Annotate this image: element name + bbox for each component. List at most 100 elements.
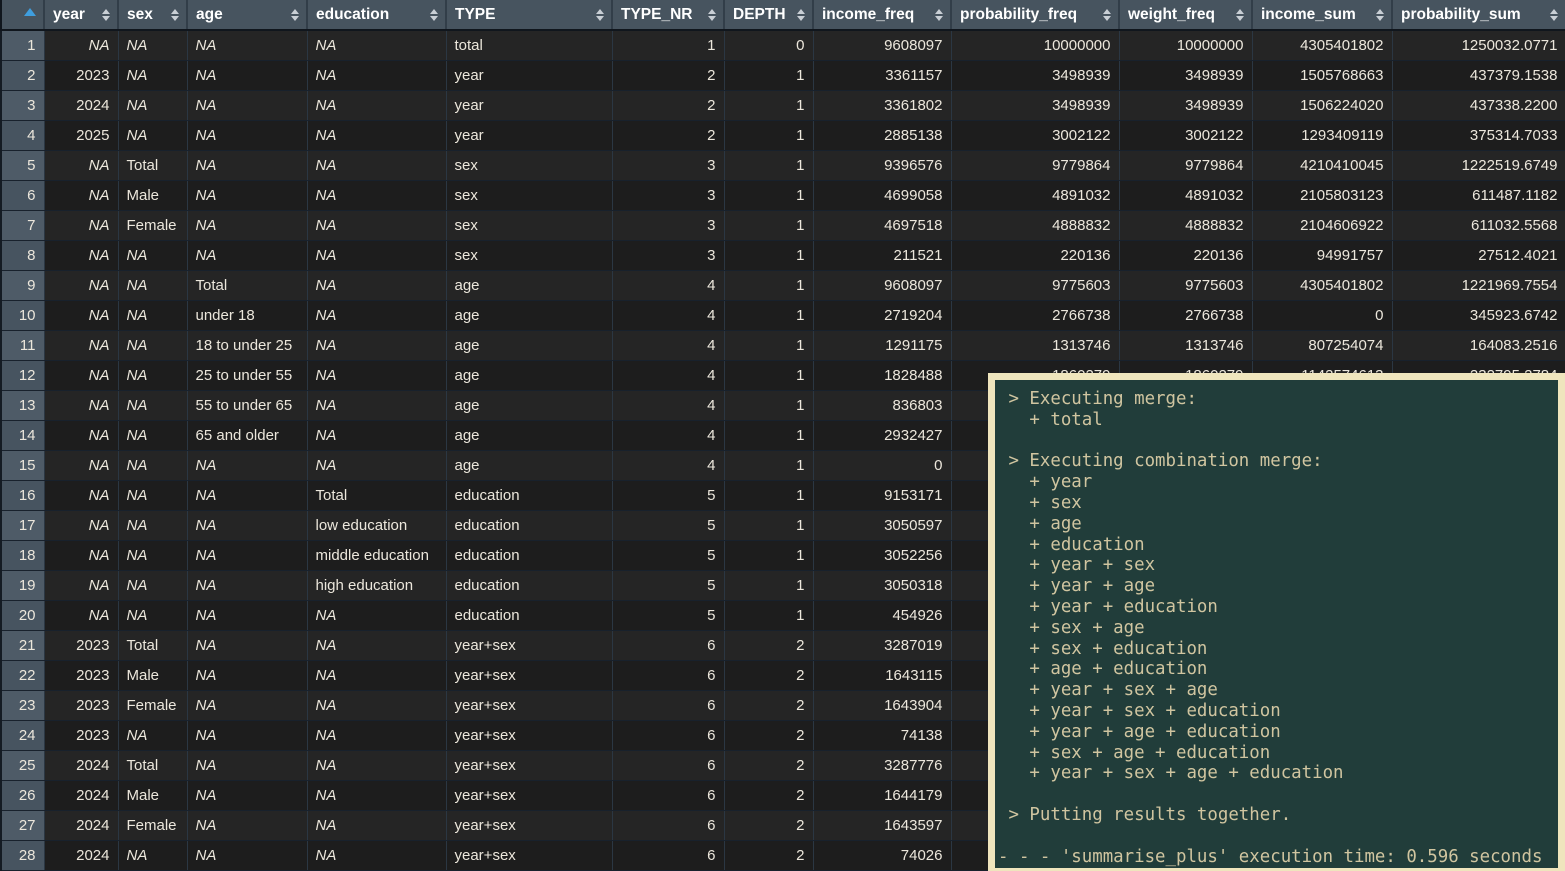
cell-sex[interactable]: NA xyxy=(118,270,187,300)
cell-TYPE[interactable]: education xyxy=(446,510,612,540)
cell-year[interactable]: NA xyxy=(44,270,118,300)
cell-age[interactable]: Total xyxy=(187,270,307,300)
cell-income_freq[interactable]: 9396576 xyxy=(813,150,951,180)
cell-weight_freq[interactable]: 9775603 xyxy=(1119,270,1252,300)
cell-DEPTH[interactable]: 1 xyxy=(724,540,813,570)
cell-education[interactable]: NA xyxy=(307,720,446,750)
cell-income_freq[interactable]: 3050318 xyxy=(813,570,951,600)
row-index[interactable]: 8 xyxy=(1,240,44,270)
cell-TYPE[interactable]: sex xyxy=(446,210,612,240)
column-header-age[interactable]: age xyxy=(187,0,307,30)
cell-TYPE[interactable]: year xyxy=(446,90,612,120)
cell-income_freq[interactable]: 3050597 xyxy=(813,510,951,540)
cell-TYPE_NR[interactable]: 6 xyxy=(612,690,724,720)
cell-sex[interactable]: NA xyxy=(118,30,187,60)
cell-year[interactable]: NA xyxy=(44,600,118,630)
cell-sex[interactable]: NA xyxy=(118,570,187,600)
cell-age[interactable]: NA xyxy=(187,690,307,720)
cell-TYPE[interactable]: age xyxy=(446,450,612,480)
row-index[interactable]: 27 xyxy=(1,810,44,840)
cell-age[interactable]: NA xyxy=(187,780,307,810)
row-index[interactable]: 2 xyxy=(1,60,44,90)
cell-sex[interactable]: Total xyxy=(118,750,187,780)
cell-income_freq[interactable]: 74026 xyxy=(813,840,951,870)
cell-probability_freq[interactable]: 220136 xyxy=(951,240,1119,270)
cell-probability_sum[interactable]: 164083.2516 xyxy=(1392,330,1565,360)
cell-weight_freq[interactable]: 3002122 xyxy=(1119,120,1252,150)
cell-probability_sum[interactable]: 437338.2200 xyxy=(1392,90,1565,120)
cell-age[interactable]: NA xyxy=(187,840,307,870)
cell-probability_sum[interactable]: 1221969.7554 xyxy=(1392,270,1565,300)
row-index[interactable]: 24 xyxy=(1,720,44,750)
cell-income_sum[interactable]: 4305401802 xyxy=(1252,30,1392,60)
cell-DEPTH[interactable]: 1 xyxy=(724,510,813,540)
cell-DEPTH[interactable]: 2 xyxy=(724,840,813,870)
cell-DEPTH[interactable]: 0 xyxy=(724,30,813,60)
row-index[interactable]: 19 xyxy=(1,570,44,600)
cell-DEPTH[interactable]: 1 xyxy=(724,270,813,300)
cell-income_sum[interactable]: 0 xyxy=(1252,300,1392,330)
column-header-income_sum[interactable]: income_sum xyxy=(1252,0,1392,30)
cell-year[interactable]: NA xyxy=(44,360,118,390)
cell-DEPTH[interactable]: 1 xyxy=(724,90,813,120)
cell-TYPE_NR[interactable]: 4 xyxy=(612,420,724,450)
cell-income_freq[interactable]: 9153171 xyxy=(813,480,951,510)
cell-year[interactable]: 2024 xyxy=(44,780,118,810)
cell-age[interactable]: 55 to under 65 xyxy=(187,390,307,420)
cell-year[interactable]: NA xyxy=(44,210,118,240)
cell-TYPE_NR[interactable]: 1 xyxy=(612,30,724,60)
cell-age[interactable]: NA xyxy=(187,630,307,660)
cell-TYPE[interactable]: year+sex xyxy=(446,690,612,720)
cell-income_freq[interactable]: 1828488 xyxy=(813,360,951,390)
row-index[interactable]: 1 xyxy=(1,30,44,60)
cell-income_sum[interactable]: 4305401802 xyxy=(1252,270,1392,300)
cell-education[interactable]: low education xyxy=(307,510,446,540)
cell-TYPE_NR[interactable]: 6 xyxy=(612,720,724,750)
cell-age[interactable]: NA xyxy=(187,570,307,600)
cell-sex[interactable]: NA xyxy=(118,120,187,150)
cell-age[interactable]: NA xyxy=(187,90,307,120)
cell-sex[interactable]: Female xyxy=(118,810,187,840)
cell-age[interactable]: NA xyxy=(187,510,307,540)
cell-age[interactable]: under 18 xyxy=(187,300,307,330)
cell-TYPE_NR[interactable]: 4 xyxy=(612,360,724,390)
cell-year[interactable]: 2024 xyxy=(44,750,118,780)
column-header-year[interactable]: year xyxy=(44,0,118,30)
cell-income_sum[interactable]: 1506224020 xyxy=(1252,90,1392,120)
row-index[interactable]: 15 xyxy=(1,450,44,480)
row-index[interactable]: 4 xyxy=(1,120,44,150)
cell-sex[interactable]: NA xyxy=(118,300,187,330)
cell-year[interactable]: 2024 xyxy=(44,810,118,840)
cell-sex[interactable]: Total xyxy=(118,150,187,180)
cell-DEPTH[interactable]: 1 xyxy=(724,480,813,510)
cell-income_freq[interactable]: 4697518 xyxy=(813,210,951,240)
cell-income_sum[interactable]: 807254074 xyxy=(1252,330,1392,360)
cell-TYPE_NR[interactable]: 4 xyxy=(612,300,724,330)
cell-sex[interactable]: NA xyxy=(118,60,187,90)
cell-TYPE[interactable]: age xyxy=(446,420,612,450)
cell-probability_freq[interactable]: 9775603 xyxy=(951,270,1119,300)
cell-age[interactable]: NA xyxy=(187,240,307,270)
row-index[interactable]: 26 xyxy=(1,780,44,810)
row-index[interactable]: 25 xyxy=(1,750,44,780)
cell-sex[interactable]: NA xyxy=(118,840,187,870)
cell-sex[interactable]: NA xyxy=(118,510,187,540)
table-row[interactable]: 11NANA18 to under 25NAage411291175131374… xyxy=(1,330,1565,360)
cell-age[interactable]: 25 to under 55 xyxy=(187,360,307,390)
cell-DEPTH[interactable]: 1 xyxy=(724,240,813,270)
cell-sex[interactable]: NA xyxy=(118,540,187,570)
cell-education[interactable]: NA xyxy=(307,180,446,210)
cell-weight_freq[interactable]: 3498939 xyxy=(1119,60,1252,90)
cell-TYPE[interactable]: sex xyxy=(446,150,612,180)
cell-TYPE[interactable]: year xyxy=(446,120,612,150)
cell-probability_freq[interactable]: 4888832 xyxy=(951,210,1119,240)
cell-sex[interactable]: NA xyxy=(118,240,187,270)
row-index[interactable]: 3 xyxy=(1,90,44,120)
cell-age[interactable]: NA xyxy=(187,480,307,510)
row-index[interactable]: 22 xyxy=(1,660,44,690)
cell-education[interactable]: NA xyxy=(307,660,446,690)
cell-weight_freq[interactable]: 1313746 xyxy=(1119,330,1252,360)
cell-education[interactable]: middle education xyxy=(307,540,446,570)
cell-TYPE_NR[interactable]: 3 xyxy=(612,180,724,210)
cell-education[interactable]: NA xyxy=(307,450,446,480)
